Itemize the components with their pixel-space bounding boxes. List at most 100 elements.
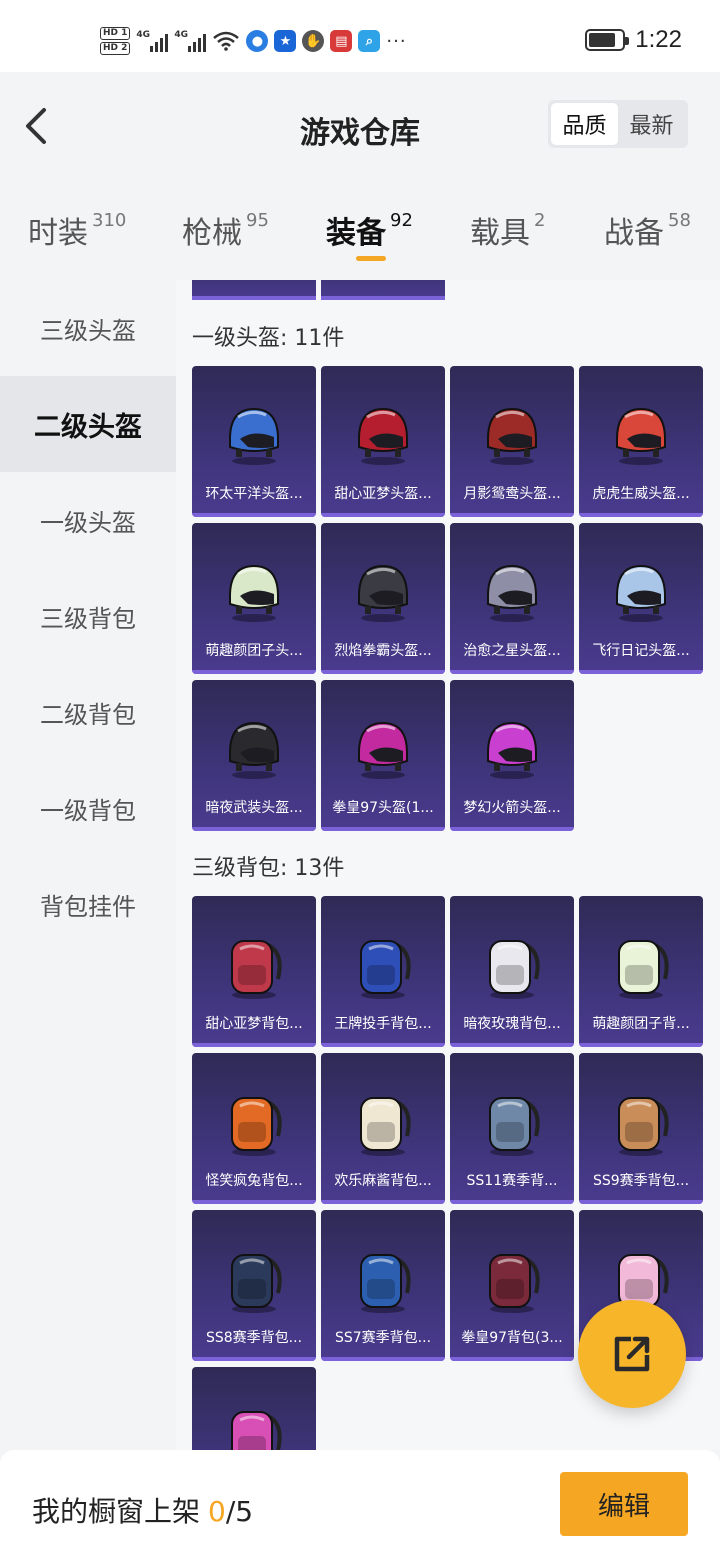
item-card[interactable]: 暗夜武装头盔... <box>192 680 316 831</box>
item-card-partial[interactable] <box>192 280 316 300</box>
helmet-icon <box>616 408 666 466</box>
back-button[interactable] <box>18 102 58 150</box>
item-card[interactable]: 萌趣颜团子头... <box>192 523 316 674</box>
header: 游戏仓库 品质 最新 <box>0 72 720 180</box>
item-card[interactable]: 暗夜玫瑰背包... <box>450 896 574 1047</box>
backpack-icon <box>618 1097 669 1157</box>
sort-quality-button[interactable]: 品质 <box>551 103 618 145</box>
item-name: 怪笑疯兔背包... <box>205 1173 303 1189</box>
helmet-icon <box>229 565 279 623</box>
tab-label: 战备 <box>604 216 664 251</box>
backpack-icon <box>618 940 669 1000</box>
item-card[interactable]: SS8赛季背包... <box>192 1210 316 1361</box>
backpack-icon <box>360 940 411 1000</box>
network-type-1: 4G <box>136 30 151 40</box>
browser-app-icon: ● <box>246 30 269 52</box>
helmet-icon <box>487 722 537 780</box>
item-name: 飞行日记头盔... <box>592 643 690 659</box>
item-name: 虎虎生威头盔... <box>592 486 690 502</box>
sort-newest-button[interactable]: 最新 <box>618 103 685 145</box>
tab-label: 枪械 <box>182 216 242 251</box>
tab-firearms[interactable]: 枪械 95 <box>182 208 269 252</box>
item-name: SS11赛季背... <box>466 1173 558 1189</box>
helmet-icon <box>358 408 408 466</box>
showcase-current-count: 0 <box>208 1495 226 1528</box>
helmet-icon <box>358 565 408 623</box>
item-name: 甜心亚梦背包... <box>205 1016 303 1032</box>
share-button[interactable] <box>578 1300 686 1408</box>
item-grid-area: 一级头盔: 11件 环太平洋头盔... 甜心亚梦头盔... 月影鸳鸯头盔... 虎虎生… <box>176 280 720 1450</box>
active-tab-indicator <box>356 256 386 261</box>
sidebar-item-level2-backpack[interactable]: 二级背包 <box>0 664 176 760</box>
backpack-icon <box>360 1097 411 1157</box>
showcase-status: 我的橱窗上架 0 /5 <box>32 1490 253 1530</box>
battery-icon <box>585 29 630 51</box>
sidebar-item-level2-helmet[interactable]: 二级头盔 <box>0 376 176 472</box>
item-name: 欢乐麻酱背包... <box>334 1173 432 1189</box>
tab-count: 95 <box>246 210 269 231</box>
category-tabs: 时装 310 枪械 95 装备 92 载具 2 战备 58 <box>0 180 720 280</box>
item-card[interactable]: SS9赛季背包... <box>579 1053 703 1204</box>
item-name: 环太平洋头盔... <box>205 486 303 502</box>
tab-label: 装备 <box>326 216 386 251</box>
item-card-partial[interactable] <box>321 280 445 300</box>
item-card[interactable]: 烈焰拳霸头盔... <box>321 523 445 674</box>
wifi-icon <box>213 31 240 51</box>
tab-fashion[interactable]: 时装 310 <box>28 208 126 252</box>
item-card[interactable]: 飞行日记头盔... <box>579 523 703 674</box>
backpack-icon <box>231 1411 282 1450</box>
clock: 1:22 <box>635 26 682 53</box>
sidebar: 三级头盔 二级头盔 一级头盔 三级背包 二级背包 一级背包 背包挂件 <box>0 280 176 1450</box>
item-card[interactable]: 甜心亚梦头盔... <box>321 366 445 517</box>
backpack-icon <box>231 940 282 1000</box>
tab-supplies[interactable]: 战备 58 <box>604 208 691 252</box>
item-card[interactable]: 拳皇97头盔(1... <box>321 680 445 831</box>
helmet-icon <box>358 722 408 780</box>
hand-app-icon: ✋ <box>302 30 325 52</box>
share-icon <box>614 1336 650 1372</box>
item-card[interactable]: 萌趣颜团子背... <box>579 896 703 1047</box>
item-card[interactable]: 怪笑疯兔背包... <box>192 1053 316 1204</box>
backpack-icon <box>489 940 540 1000</box>
item-name: 暗夜玫瑰背包... <box>463 1016 561 1032</box>
item-name: 治愈之星头盔... <box>463 643 561 659</box>
section-title: 三级背包: 13件 <box>192 856 345 881</box>
item-card[interactable] <box>192 1367 316 1450</box>
tab-equipment[interactable]: 装备 92 <box>326 208 413 252</box>
backpack-icon <box>489 1254 540 1314</box>
item-card[interactable]: 治愈之星头盔... <box>450 523 574 674</box>
item-card[interactable]: 欢乐麻酱背包... <box>321 1053 445 1204</box>
sidebar-item-backpack-charm[interactable]: 背包挂件 <box>0 856 176 952</box>
sidebar-item-level1-backpack[interactable]: 一级背包 <box>0 760 176 856</box>
backpack-icon <box>489 1097 540 1157</box>
helmet-icon <box>616 565 666 623</box>
backpack-icon <box>360 1254 411 1314</box>
item-card[interactable]: 拳皇97背包(3... <box>450 1210 574 1361</box>
item-card[interactable]: 虎虎生威头盔... <box>579 366 703 517</box>
item-card[interactable]: 环太平洋头盔... <box>192 366 316 517</box>
helmet-icon <box>487 565 537 623</box>
item-card[interactable]: SS11赛季背... <box>450 1053 574 1204</box>
item-card[interactable]: SS7赛季背包... <box>321 1210 445 1361</box>
section-title: 一级头盔: 11件 <box>192 326 345 351</box>
sidebar-item-level3-helmet[interactable]: 三级头盔 <box>0 280 176 376</box>
item-card[interactable]: 月影鸳鸯头盔... <box>450 366 574 517</box>
item-card[interactable]: 梦幻火箭头盔... <box>450 680 574 831</box>
sidebar-item-level1-helmet[interactable]: 一级头盔 <box>0 472 176 568</box>
item-name: 烈焰拳霸头盔... <box>334 643 432 659</box>
backpack-icon <box>231 1254 282 1314</box>
edit-button[interactable]: 编辑 <box>560 1472 688 1536</box>
item-name: SS9赛季背包... <box>592 1173 690 1189</box>
back-arrow-icon <box>26 108 46 144</box>
helmet-icon <box>229 722 279 780</box>
item-name: SS8赛季背包... <box>205 1330 303 1346</box>
item-name: 拳皇97头盔(1... <box>332 800 434 816</box>
item-card[interactable]: 甜心亚梦背包... <box>192 896 316 1047</box>
item-card[interactable]: 王牌投手背包... <box>321 896 445 1047</box>
item-name: 暗夜武装头盔... <box>205 800 303 816</box>
sidebar-item-level3-backpack[interactable]: 三级背包 <box>0 568 176 664</box>
tab-count: 58 <box>668 210 691 231</box>
tab-vehicles[interactable]: 载具 2 <box>470 208 545 252</box>
tab-count: 2 <box>534 210 546 231</box>
hd-indicator: HD 1 HD 2 <box>100 27 131 55</box>
